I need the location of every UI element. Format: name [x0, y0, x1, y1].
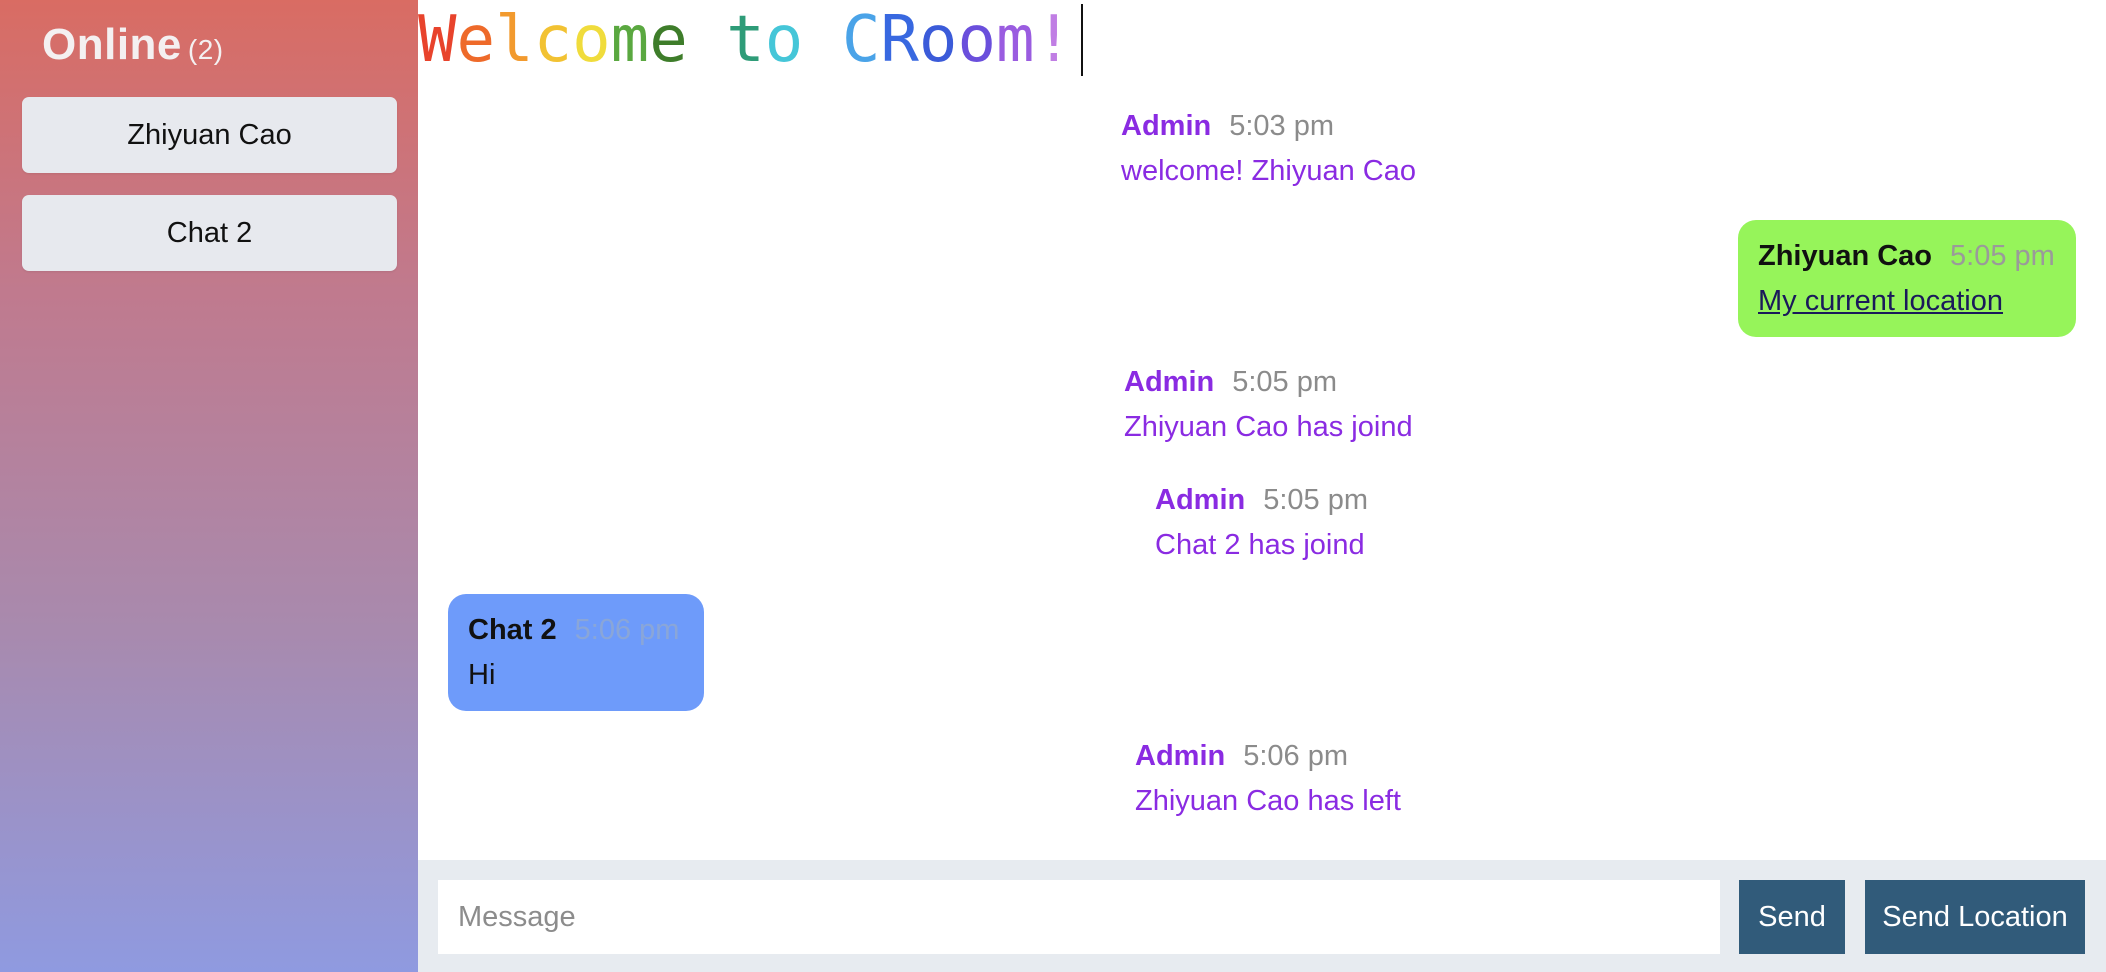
- message-other: Chat 2 5:06 pm Hi: [448, 594, 704, 711]
- message-author: Admin: [1155, 484, 1246, 516]
- message-author: Admin: [1124, 366, 1215, 398]
- message-admin: Admin 5:05 pm Chat 2 has joind: [1155, 484, 1368, 562]
- welcome-letter: o: [918, 3, 958, 77]
- message-author: Zhiyuan Cao: [1758, 240, 1933, 272]
- welcome-letter: o: [764, 3, 804, 77]
- send-location-button[interactable]: Send Location: [1865, 880, 2085, 954]
- welcome-letter: t: [726, 3, 765, 77]
- welcome-letter: [803, 3, 842, 77]
- welcome-letter: e: [456, 3, 496, 77]
- send-button[interactable]: Send: [1739, 880, 1845, 954]
- welcome-letter: [688, 3, 727, 77]
- message-time: 5:05 pm: [1263, 484, 1369, 516]
- welcome-letter: C: [841, 3, 881, 77]
- online-header: Online (2): [42, 20, 224, 70]
- message-text: Zhiyuan Cao has left: [1135, 785, 1401, 817]
- online-title: Online: [42, 20, 182, 69]
- message-time: 5:06 pm: [574, 614, 680, 646]
- text-cursor: [1081, 4, 1084, 76]
- welcome-letter: m: [995, 3, 1035, 77]
- welcome-text: Welcome to CRoom!: [418, 4, 1073, 76]
- welcome-letter: o: [572, 3, 611, 77]
- message-admin: Admin 5:05 pm Zhiyuan Cao has joind: [1124, 366, 1413, 444]
- message-admin: Admin 5:06 pm Zhiyuan Cao has left: [1135, 740, 1401, 818]
- welcome-letter: l: [495, 3, 534, 77]
- message-time: 5:05 pm: [1232, 366, 1338, 398]
- message-author: Chat 2: [468, 614, 557, 646]
- message-time: 5:03 pm: [1229, 110, 1335, 142]
- message-time: 5:05 pm: [1950, 240, 2055, 272]
- message-input[interactable]: [438, 880, 1720, 954]
- message-text: welcome! Zhiyuan Cao: [1121, 155, 1416, 187]
- welcome-letter: !: [1034, 3, 1074, 77]
- message-author: Admin: [1121, 110, 1212, 142]
- message-text: Hi: [468, 659, 496, 691]
- location-link[interactable]: My current location: [1758, 285, 2003, 317]
- welcome-letter: R: [880, 3, 919, 77]
- message-author: Admin: [1135, 740, 1226, 772]
- message-text: Zhiyuan Cao has joind: [1124, 411, 1413, 443]
- welcome-letter: W: [418, 3, 457, 77]
- welcome-letter: m: [610, 3, 650, 77]
- welcome-title: Welcome to CRoom!: [418, 4, 1084, 76]
- welcome-letter: c: [533, 3, 573, 77]
- user-item-zhiyuan-cao[interactable]: Zhiyuan Cao: [22, 97, 397, 173]
- online-count: (2): [187, 34, 224, 65]
- message-text: Chat 2 has joind: [1155, 529, 1365, 561]
- message-time: 5:06 pm: [1243, 740, 1349, 772]
- welcome-letter: o: [957, 3, 996, 77]
- message-admin: Admin 5:03 pm welcome! Zhiyuan Cao: [1121, 110, 1416, 188]
- chat-area: Welcome to CRoom! Admin 5:03 pm welcome! …: [418, 0, 2106, 860]
- user-item-chat-2[interactable]: Chat 2: [22, 195, 397, 271]
- message-self: Zhiyuan Cao 5:05 pm My current location: [1738, 220, 2076, 337]
- sidebar: Online (2) Zhiyuan Cao Chat 2: [0, 0, 418, 972]
- composer: Send Send Location: [418, 860, 2106, 972]
- welcome-letter: e: [649, 3, 688, 77]
